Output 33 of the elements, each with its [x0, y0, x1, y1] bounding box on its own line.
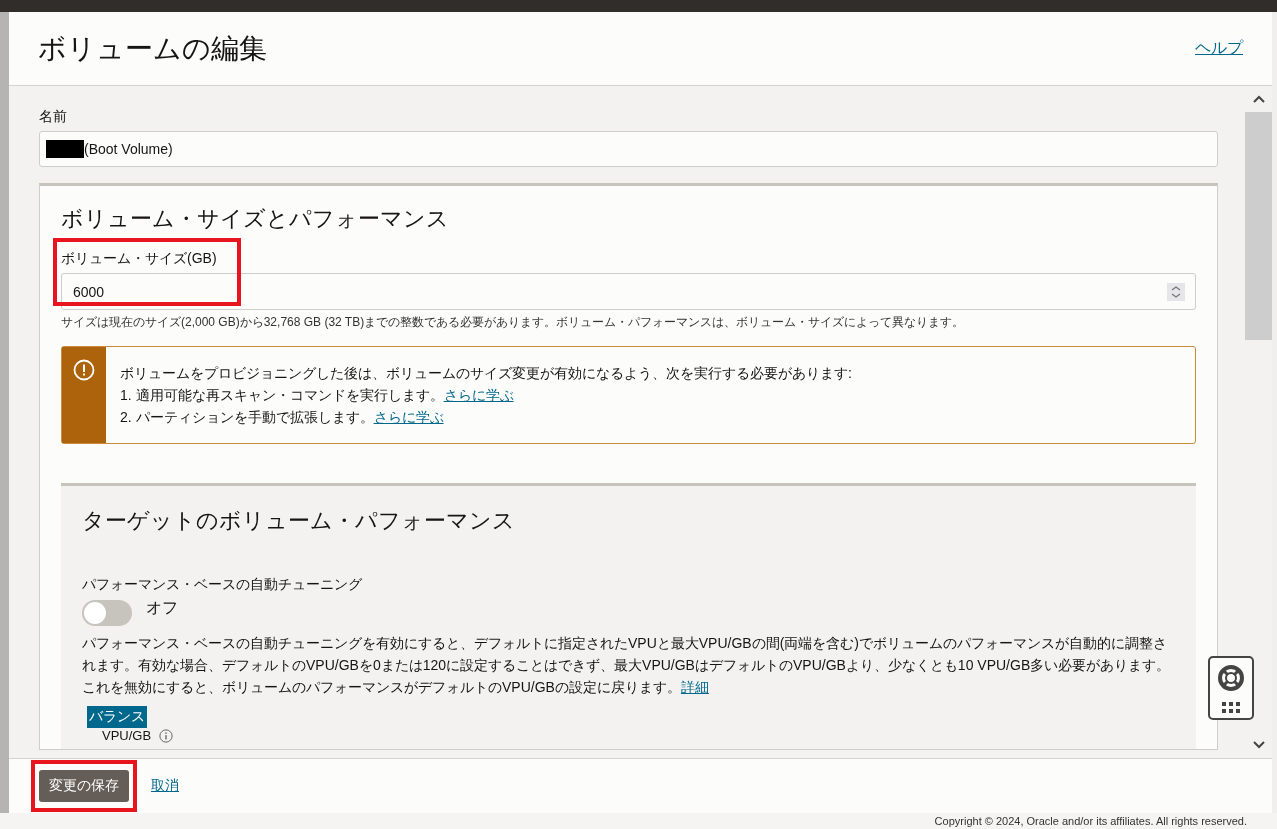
- step-text: 2. パーティションを手動で拡張します。: [120, 409, 374, 425]
- description-text: パフォーマンス・ベースの自動チューニングを有効にすると、デフォルトに指定されたVPUと最大VPU/GBの間(両端を含む)でボリュームのパフォーマンスが自動的に調整されます。有効な場合、デフォルトのVPU/GBを0または120に設定することはできず、最大VPU/GBはデフォルトのVPU/GBより、少なくとも10 VPU/GB多い必要があります。これを無効にすると、ボリュームのパフォーマンスがデフォルトのVPU/GBの設定に戻ります。詳細: [82, 634, 1172, 697]
- scroll-up-icon[interactable]: [1251, 94, 1266, 104]
- details-link[interactable]: 詳細: [680, 679, 709, 695]
- spinner-icon[interactable]: [1167, 282, 1185, 301]
- step-text: 1. 適用可能な再スキャン・コマンドを実行します。: [120, 387, 444, 403]
- size-input[interactable]: 6000: [61, 273, 1196, 310]
- save-button[interactable]: 変更の保存: [39, 770, 129, 802]
- section-heading: ターゲットのボリューム・パフォーマンス: [82, 507, 516, 535]
- field-label: VPU/GB: [102, 728, 152, 743]
- section-heading: ボリューム・サイズとパフォーマンス: [61, 205, 450, 233]
- warning-icon: [73, 359, 95, 381]
- hint-text: サイズは現在のサイズ(2,000 GB)から32,768 GB (32 TB)までの整数である必要があります。ボリューム・パフォーマンスは、ボリューム・サイズによって異なります。: [61, 314, 966, 331]
- name-field[interactable]: (Boot Volume): [39, 131, 1218, 167]
- copyright-text: Copyright © 2024, Oracle and/or its affiliates. All rights reserved.: [934, 814, 1247, 829]
- scrollbar-thumb[interactable]: [1245, 112, 1272, 340]
- cancel-link[interactable]: 取消: [151, 777, 179, 795]
- toggle-label: パフォーマンス・ベースの自動チューニング: [82, 576, 363, 594]
- field-label: 名前: [39, 108, 68, 126]
- help-link[interactable]: ヘルプ: [1195, 38, 1243, 59]
- warning-message: ボリュームをプロビジョニングした後は、ボリュームのサイズ変更が有効になるよう、次を実行する必要があります:: [120, 364, 852, 383]
- grid-icon: [1221, 701, 1241, 714]
- dialog-title: ボリュームの編集: [38, 31, 267, 66]
- lifebuoy-icon: [1216, 662, 1246, 693]
- toggle-state: オフ: [146, 598, 178, 618]
- learn-more-link[interactable]: さらに学ぶ: [373, 409, 444, 425]
- scroll-down-icon[interactable]: [1251, 740, 1266, 750]
- info-icon[interactable]: [159, 728, 174, 743]
- toggle-switch[interactable]: [82, 600, 132, 626]
- field-label: ボリューム・サイズ(GB): [61, 250, 218, 268]
- help-widget[interactable]: [1208, 656, 1254, 720]
- learn-more-link[interactable]: さらに学ぶ: [443, 387, 514, 403]
- preset-tag: バランス: [87, 706, 147, 728]
